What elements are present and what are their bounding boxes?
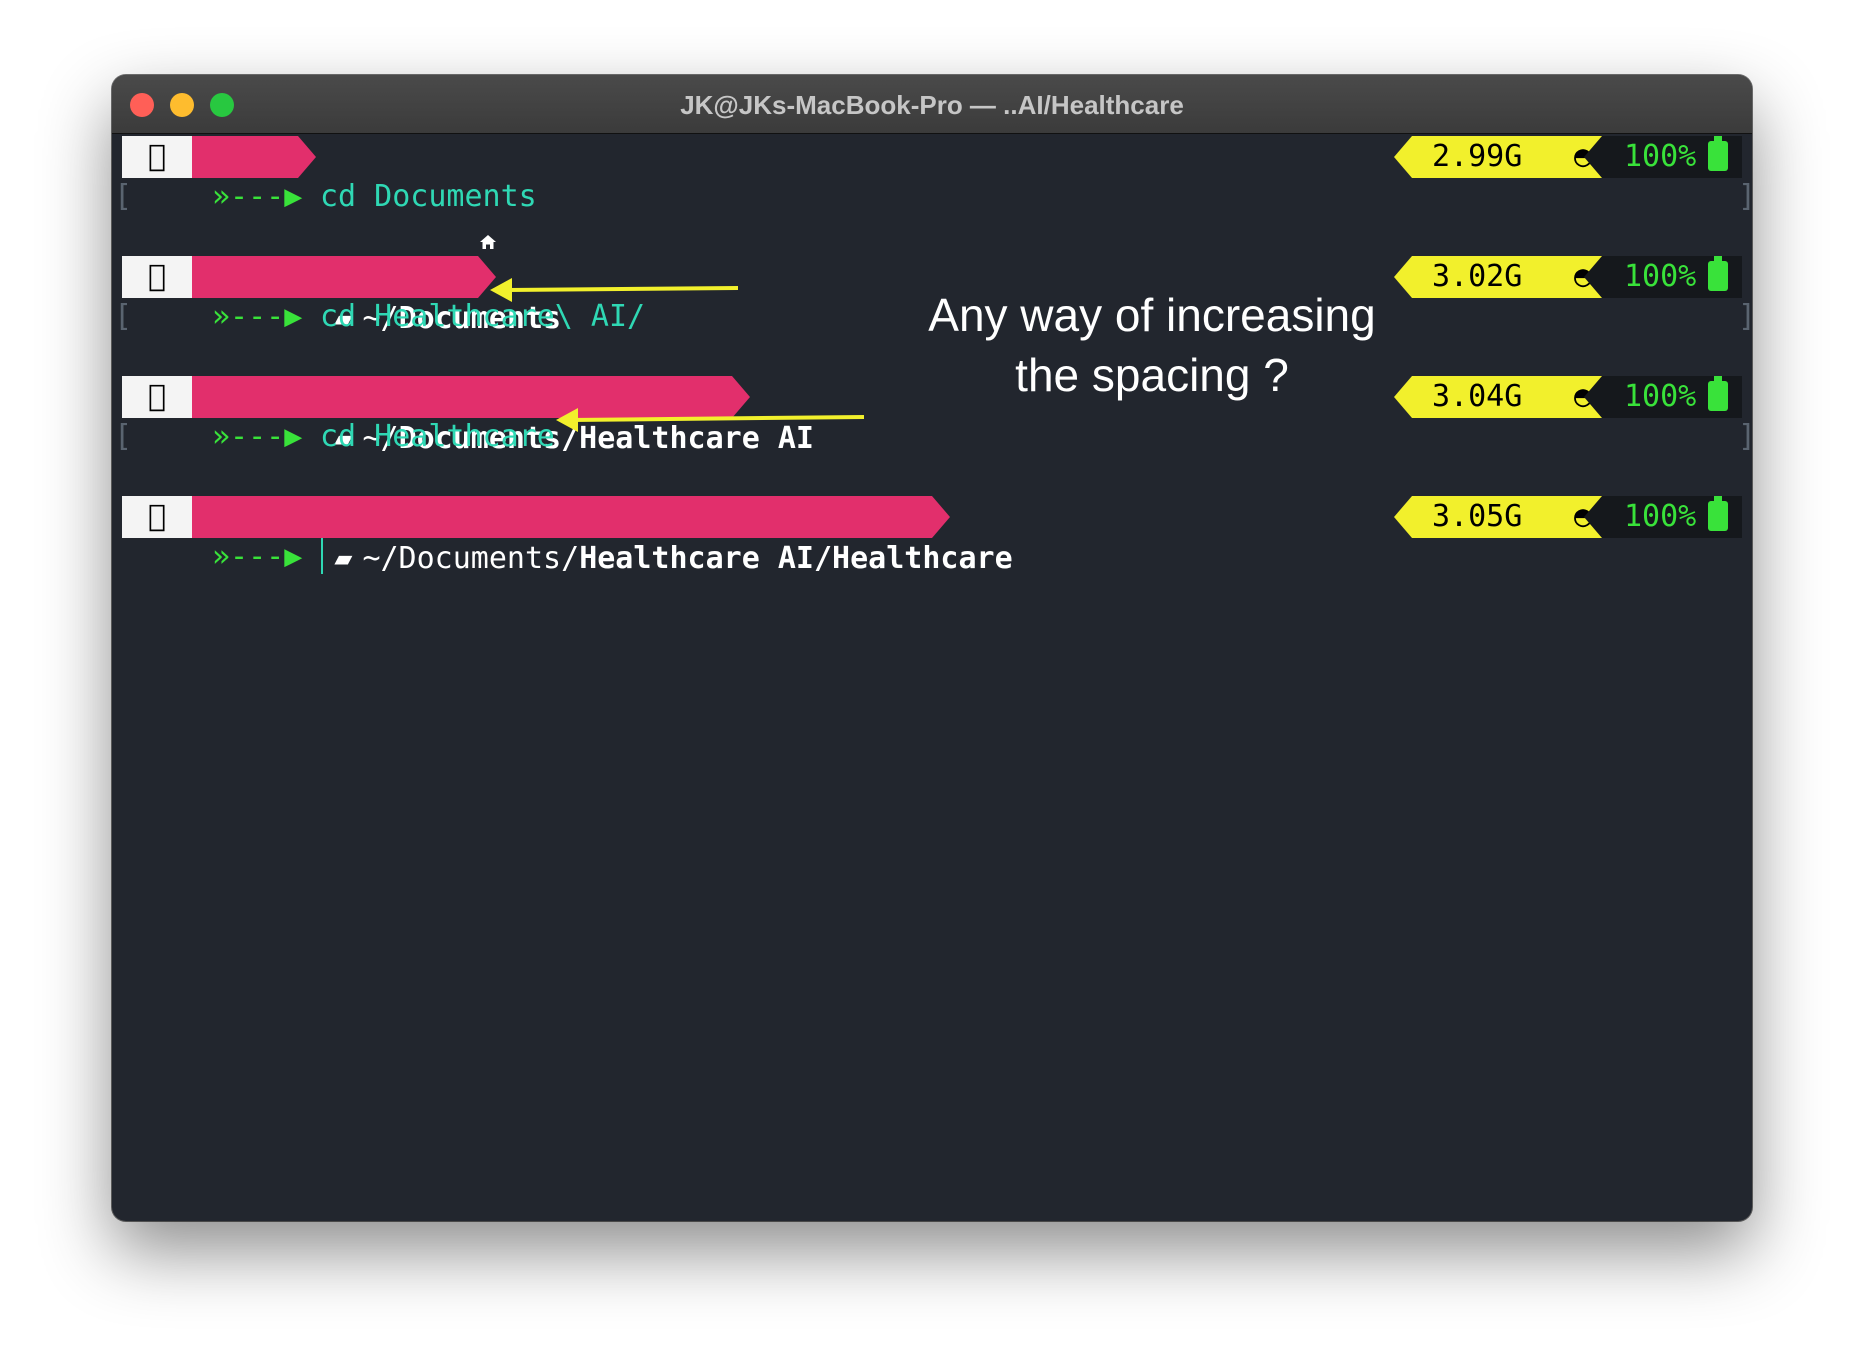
annotation-arrow-2 [556, 408, 865, 432]
terminal-window: JK@JKs-MacBook-Pro — ..AI/Healthcare  ~… [112, 75, 1752, 1221]
annotation-arrows [490, 278, 865, 432]
annotation-arrow-1 [490, 278, 739, 302]
